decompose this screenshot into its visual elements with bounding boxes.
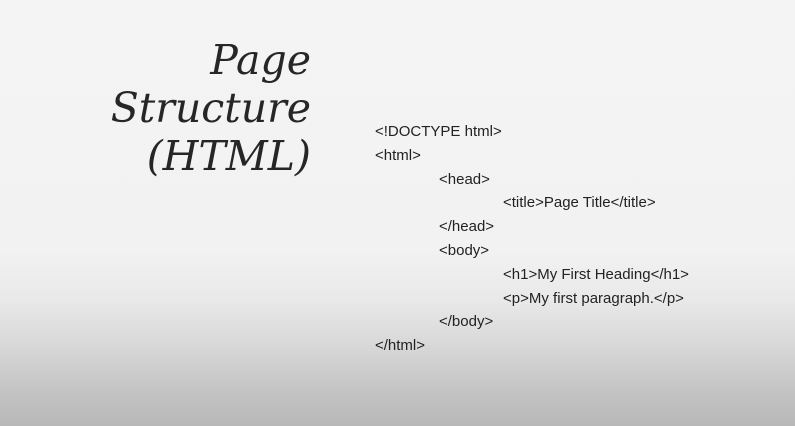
slide-title-line-html: (HTML) xyxy=(146,132,311,180)
code-line-html-close: </html> xyxy=(375,337,426,355)
slide-title-line-page: Page xyxy=(210,36,311,84)
code-line-body-close: </body> xyxy=(439,313,494,331)
code-line-html-open: <html> xyxy=(375,146,421,164)
html-code-example: <!DOCTYPE html> <html> <head> <title>Pag… xyxy=(375,120,689,358)
presentation-slide: Page Structure (HTML) <!DOCTYPE html> <h… xyxy=(0,0,795,426)
slide-title: Page Structure (HTML) xyxy=(111,36,311,180)
code-line-paragraph: <p>My first paragraph.</p> xyxy=(503,289,684,307)
code-line-doctype: <!DOCTYPE html> xyxy=(375,123,502,140)
code-line-h1: <h1>My First Heading</h1> xyxy=(503,265,689,283)
code-line-head-close: </head> xyxy=(439,218,495,236)
code-line-head-open: <head> xyxy=(439,170,490,188)
code-line-title: <title>Page Title</title> xyxy=(503,194,656,212)
slide-title-line-structure: Structure xyxy=(110,84,311,132)
code-line-body-open: <body> xyxy=(439,241,490,259)
